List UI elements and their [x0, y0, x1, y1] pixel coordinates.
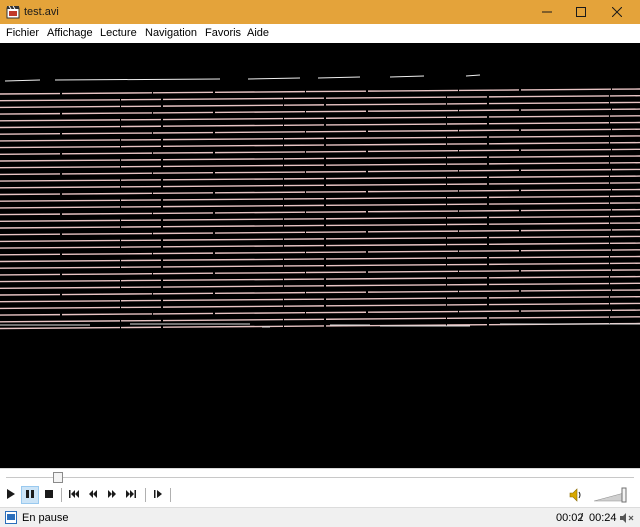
status-text: En pause — [22, 512, 69, 524]
minimize-icon — [542, 5, 552, 20]
video-stripe — [0, 195, 640, 202]
menu-lecture[interactable]: Lecture — [100, 27, 137, 39]
skip-forward-button[interactable] — [122, 486, 140, 504]
time-total: 00:24 — [589, 512, 617, 524]
video-stripe — [389, 75, 425, 78]
seek-bar[interactable] — [0, 468, 640, 484]
video-stripe — [0, 282, 640, 289]
video-stripe — [0, 316, 640, 323]
video-stripe — [0, 135, 640, 142]
video-stripe — [0, 242, 640, 249]
menu-affichage[interactable]: Affichage — [47, 27, 93, 39]
video-stripe — [0, 128, 640, 135]
video-stripe — [0, 269, 640, 276]
video-stripe — [0, 309, 640, 316]
video-stripe — [0, 215, 640, 222]
menu-navigation[interactable]: Navigation — [145, 27, 197, 39]
video-stripe — [0, 296, 640, 303]
fast-forward-icon — [107, 490, 117, 500]
close-button[interactable] — [594, 0, 640, 24]
video-stripe — [0, 168, 640, 176]
stop-button[interactable] — [40, 486, 58, 504]
video-stripe — [0, 88, 640, 95]
video-stripe — [0, 101, 640, 109]
video-stripe — [247, 77, 301, 80]
mute-icon[interactable] — [619, 511, 635, 525]
volume-icon[interactable] — [568, 487, 584, 503]
video-stripe — [0, 208, 640, 216]
seek-track — [6, 477, 634, 478]
video-stripe — [0, 302, 640, 310]
video-stripe — [317, 76, 361, 79]
video-stripe — [0, 235, 640, 243]
frame-step-button[interactable] — [149, 486, 167, 504]
window-title: test.avi — [24, 6, 59, 18]
menu-bar: Fichier Affichage Lecture Navigation Fav… — [0, 24, 640, 43]
rewind-icon — [88, 490, 98, 500]
pause-button[interactable] — [21, 486, 39, 504]
video-stripe — [0, 162, 640, 169]
separator — [145, 488, 146, 502]
video-stripe — [0, 182, 640, 189]
video-stripe — [0, 275, 640, 283]
playback-controls — [0, 484, 640, 507]
video-stripe — [0, 115, 640, 122]
video-stripe — [0, 222, 640, 229]
frame-step-icon — [153, 490, 163, 500]
play-button[interactable] — [2, 486, 20, 504]
video-stripe — [0, 155, 640, 162]
status-file-icon — [5, 511, 17, 524]
play-icon — [6, 489, 16, 501]
video-stripe — [0, 249, 640, 256]
video-stripe — [0, 202, 640, 209]
separator — [170, 488, 171, 502]
seek-thumb[interactable] — [53, 472, 63, 483]
skip-back-icon — [69, 490, 79, 500]
film-icon — [6, 5, 20, 19]
separator — [61, 488, 62, 502]
status-bar: En pause 00:02 / 00:24 — [0, 507, 640, 527]
video-stripe — [4, 79, 41, 82]
video-area[interactable] — [0, 43, 640, 468]
volume-slider[interactable] — [593, 487, 632, 503]
stop-icon — [44, 489, 54, 501]
video-stripe — [0, 175, 640, 182]
video-stripe — [465, 74, 481, 77]
menu-aide[interactable]: Aide — [247, 27, 269, 39]
video-stripe — [0, 229, 640, 236]
video-stripe — [0, 108, 640, 115]
video-stripe — [54, 78, 221, 81]
menu-favoris[interactable]: Favoris — [205, 27, 241, 39]
video-stripe — [0, 148, 640, 155]
video-stripe — [0, 255, 640, 263]
video-stripe — [0, 95, 640, 102]
video-frame — [0, 74, 640, 330]
rewind-button[interactable] — [84, 486, 102, 504]
skip-back-button[interactable] — [65, 486, 83, 504]
video-stripe — [0, 262, 640, 269]
fast-forward-button[interactable] — [103, 486, 121, 504]
volume-thumb[interactable] — [621, 487, 627, 503]
video-stripe — [0, 289, 640, 296]
menu-fichier[interactable]: Fichier — [6, 27, 39, 39]
close-icon — [611, 5, 623, 20]
time-separator: / — [580, 512, 584, 524]
skip-forward-icon — [126, 490, 136, 500]
video-stripe — [0, 188, 640, 196]
video-stripe — [0, 141, 640, 149]
video-stripe — [0, 121, 640, 129]
maximize-icon — [576, 5, 586, 20]
title-bar: test.avi — [0, 0, 640, 24]
pause-icon — [25, 489, 35, 501]
